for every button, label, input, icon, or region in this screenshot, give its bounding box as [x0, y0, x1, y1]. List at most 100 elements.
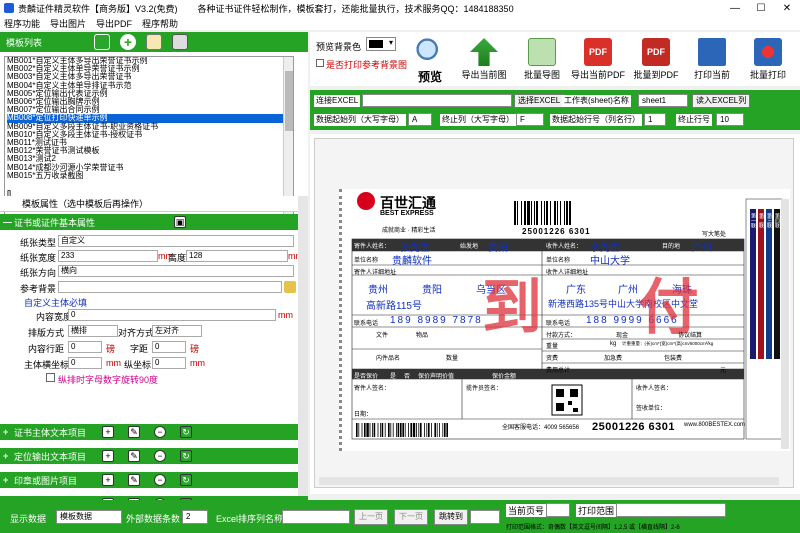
content-width-input[interactable]: 0 — [68, 309, 276, 321]
export-current-pdf-button[interactable]: PDF 导出当前PDF — [570, 36, 626, 84]
remove-icon[interactable]: − — [154, 450, 166, 462]
refresh-icon[interactable]: ↻ — [180, 426, 192, 438]
tracking-number-bottom: 25001226 6301 — [592, 421, 675, 433]
print-current-button[interactable]: 打印当前 — [684, 36, 740, 84]
sort-select[interactable] — [282, 510, 350, 524]
batch-pdf-button[interactable]: PDF 批量到PDF — [628, 36, 684, 84]
sort-label: Excel排序列名称 — [216, 514, 284, 524]
kg-label: kg — [610, 341, 617, 347]
page-input[interactable] — [546, 503, 570, 517]
add-icon[interactable]: + — [102, 450, 114, 462]
direction-select[interactable]: 横向 — [58, 265, 294, 277]
print-range-input[interactable] — [616, 503, 726, 517]
folder-icon[interactable] — [284, 281, 296, 293]
menu-export-pdf[interactable]: 导出PDF — [96, 17, 132, 30]
remove-icon[interactable]: − — [154, 426, 166, 438]
bg-color-picker[interactable]: ▾ — [366, 37, 396, 51]
menu-program[interactable]: 程序功能 — [4, 17, 40, 30]
tracking-number: 25001226 6301 — [522, 227, 591, 236]
layout-label: 排版方式 — [28, 328, 65, 338]
template-list-item[interactable]: MB015*五万收录截图 — [7, 171, 293, 180]
rotate-checkbox[interactable] — [46, 373, 55, 382]
end-row-label: 终止行号 — [676, 114, 712, 126]
copy-strip-label: 第二联 — [758, 213, 764, 228]
website: www.800BESTEX.com — [684, 422, 746, 428]
add-icon[interactable]: + — [120, 34, 136, 50]
props-scrollbar[interactable] — [298, 196, 308, 496]
menu-help[interactable]: 程序帮助 — [142, 17, 178, 30]
section-header[interactable]: + 印章或图片项目 + ✎ − ↻ — [0, 472, 308, 488]
batch-export-image-button[interactable]: 批量导图 — [514, 36, 570, 84]
batch-print-button[interactable]: 批量打印 — [740, 36, 796, 84]
height-input[interactable]: 128 — [186, 250, 288, 262]
paper-width-label: 纸张宽度 — [20, 253, 57, 263]
unit-mm-3: mm — [278, 310, 293, 320]
jump-button[interactable]: 跳转到 — [434, 509, 468, 525]
section-header[interactable]: + 定位输出文本项目 + ✎ − ↻ — [0, 448, 308, 464]
x-input[interactable]: 0 — [68, 357, 102, 369]
edit-icon[interactable]: ✎ — [128, 474, 140, 486]
export-current-button[interactable]: 导出当前图 — [456, 36, 512, 84]
add-icon[interactable]: + — [102, 474, 114, 486]
remove-icon[interactable]: − — [154, 474, 166, 486]
edit-icon[interactable]: ✎ — [128, 426, 140, 438]
section-header[interactable]: + 证书主体文本项目 + ✎ − ↻ — [0, 424, 308, 440]
start-col-label: 数据起始列（大写字母） — [314, 114, 406, 126]
bg-input[interactable] — [58, 281, 282, 293]
basic-section-header[interactable]: — 证书或证件基本属性 ▣ — [0, 214, 308, 230]
end-col-input[interactable]: F — [516, 113, 544, 126]
menu-export-image[interactable]: 导出图片 — [50, 17, 86, 30]
start-col-input[interactable]: A — [408, 113, 432, 126]
paper-type-select[interactable]: 自定义 — [58, 235, 294, 247]
end-row-input[interactable]: 10 — [716, 113, 744, 126]
excel-panel: 连接EXCEL 选择EXCEL 工作表(sheet)名称 sheet1 读入EX… — [310, 90, 800, 130]
preview-area: 百世汇通 BEST EXPRESS 成就商业 · 精彩生活 25001226 6… — [310, 134, 800, 494]
edit-icon[interactable]: ✎ — [128, 450, 140, 462]
connect-excel-input[interactable] — [362, 94, 512, 107]
select-excel-button[interactable]: 选择EXCEL — [514, 94, 565, 108]
y-input[interactable]: 0 — [152, 357, 186, 369]
bottom-bar: 显示数据 模板数据 外部数据条数 2 Excel排序列名称 上一页 下一页 跳转… — [0, 500, 800, 533]
preview-hscrollbar[interactable] — [319, 477, 779, 485]
print-bg-checkbox[interactable] — [316, 59, 324, 67]
next-page-button[interactable]: 下一页 — [394, 509, 428, 525]
line-spacing-input[interactable]: 0 — [68, 341, 102, 353]
add-icon[interactable]: + — [102, 426, 114, 438]
char-spacing-input[interactable]: 0 — [152, 341, 186, 353]
origin-label: 始发地 — [460, 244, 479, 250]
paper-width-input[interactable]: 233 — [58, 250, 158, 262]
recv-city: 广州 — [692, 243, 712, 254]
title-bar: 贵麟证件精灵软件【商务版】V3.2(免费) 各种证书证件轻松制作，模板套打，还能… — [0, 0, 800, 16]
start-row-input[interactable]: 1 — [644, 113, 666, 126]
minimize-icon[interactable]: — — [722, 0, 748, 16]
layout-select[interactable]: 横排 — [68, 325, 118, 337]
preview-scrollbar[interactable] — [781, 199, 789, 449]
display-select[interactable]: 模板数据 — [56, 510, 122, 524]
prev-page-button[interactable]: 上一页 — [354, 509, 388, 525]
upload-icon — [470, 38, 498, 66]
jump-input[interactable] — [470, 510, 500, 524]
read-excel-button[interactable]: 读入EXCEL列 — [692, 94, 751, 108]
save-icon[interactable]: ▣ — [174, 216, 186, 228]
section-title: 证书主体文本项目 — [14, 427, 87, 438]
maximize-icon[interactable]: ☐ — [748, 0, 774, 16]
align-select[interactable]: 左对齐 — [152, 325, 202, 337]
refresh-icon[interactable] — [94, 34, 110, 50]
refresh-icon[interactable]: ↻ — [180, 474, 192, 486]
delete-icon[interactable] — [172, 34, 188, 50]
sign-unit-label: 签收单位： — [636, 406, 667, 412]
window-title: 贵麟证件精灵软件【商务版】V3.2(免费) — [18, 3, 178, 14]
refresh-icon[interactable]: ↻ — [180, 450, 192, 462]
preview-button[interactable]: 预览 — [402, 36, 458, 84]
edit-icon[interactable] — [146, 34, 162, 50]
total-fee-label: 费用总计 — [546, 368, 571, 374]
basic-section-title: 证书或证件基本属性 — [14, 217, 96, 228]
x-label: 主体横坐标 — [24, 360, 70, 370]
close-icon[interactable]: ✕ — [774, 0, 800, 16]
external-count-input[interactable]: 2 — [182, 510, 208, 524]
app-icon — [4, 3, 14, 13]
print-range-label: 打印范围 — [576, 504, 617, 517]
insure-fee-label: 保价金额 — [492, 374, 517, 380]
sheet-input[interactable]: sheet1 — [638, 94, 688, 107]
date-label: 日期： — [354, 412, 373, 418]
